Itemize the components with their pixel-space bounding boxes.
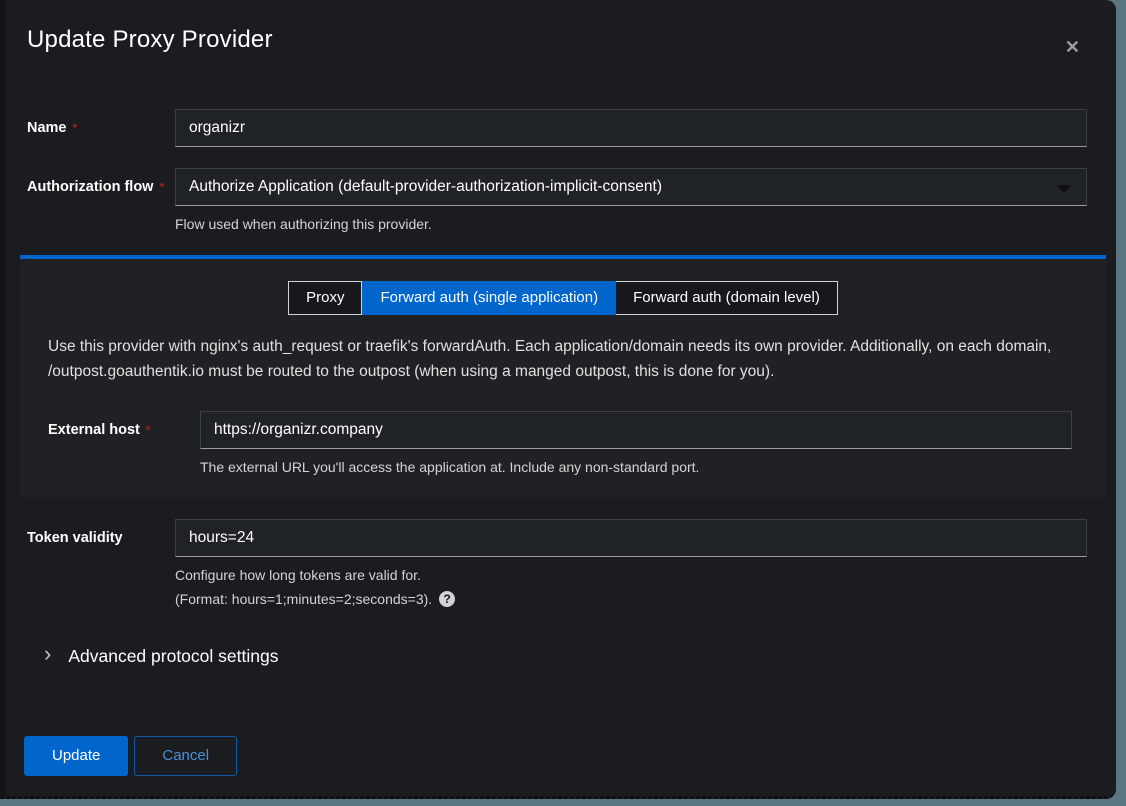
- proxy-mode-section: Proxy Forward auth (single application) …: [20, 255, 1106, 497]
- chevron-right-icon: ›: [44, 643, 51, 665]
- tab-forward-auth-single[interactable]: Forward auth (single application): [362, 281, 616, 315]
- token-validity-input[interactable]: [175, 519, 1087, 557]
- modal-actions: Update Cancel: [24, 736, 1116, 776]
- advanced-protocol-settings-label: Advanced protocol settings: [68, 646, 278, 667]
- external-host-label: External host: [48, 422, 140, 438]
- cancel-button[interactable]: Cancel: [134, 736, 237, 776]
- token-validity-help-line1: Configure how long tokens are valid for.: [175, 565, 1087, 585]
- tab-forward-auth-domain[interactable]: Forward auth (domain level): [616, 281, 838, 315]
- update-button[interactable]: Update: [24, 736, 128, 776]
- token-validity-help-line2: (Format: hours=1;minutes=2;seconds=3). ?: [175, 591, 1087, 607]
- close-icon[interactable]: ✕: [1059, 32, 1086, 62]
- dropdown-caret-icon: [1057, 185, 1071, 193]
- tab-proxy[interactable]: Proxy: [288, 281, 362, 315]
- required-asterisk: *: [73, 121, 78, 135]
- authorization-flow-label: Authorization flow: [27, 179, 153, 195]
- modal-title: Update Proxy Provider: [27, 26, 273, 54]
- required-asterisk: *: [146, 423, 151, 437]
- mode-toggle-group: Proxy Forward auth (single application) …: [48, 281, 1078, 315]
- provider-form: Name * Authorization flow * Authorize Appl…: [0, 109, 1116, 776]
- name-input[interactable]: [175, 109, 1087, 147]
- mode-description: Use this provider with nginx's auth_requ…: [48, 334, 1078, 384]
- authorization-flow-selected-value: Authorize Application (default-provider-…: [189, 178, 662, 196]
- modal-header: Update Proxy Provider ✕: [0, 0, 1116, 62]
- advanced-protocol-settings-toggle[interactable]: › Advanced protocol settings: [44, 645, 1116, 667]
- authorization-flow-help: Flow used when authorizing this provider…: [175, 214, 1087, 234]
- external-host-input[interactable]: [200, 411, 1072, 449]
- question-circle-icon[interactable]: ?: [439, 591, 455, 607]
- authorization-flow-select[interactable]: Authorize Application (default-provider-…: [175, 168, 1087, 206]
- required-asterisk: *: [159, 180, 164, 194]
- token-validity-row: Token validity Configure how long tokens…: [27, 519, 1087, 607]
- external-host-help: The external URL you'll access the appli…: [200, 457, 1072, 477]
- token-validity-label: Token validity: [27, 530, 123, 546]
- external-host-row: External host * The external URL you'll a…: [48, 411, 1072, 477]
- update-proxy-provider-modal: Update Proxy Provider ✕ Name * Authorizat…: [0, 0, 1116, 799]
- name-row: Name *: [27, 109, 1087, 147]
- name-label: Name: [27, 120, 67, 136]
- authorization-flow-row: Authorization flow * Authorize Applicatio…: [27, 168, 1087, 234]
